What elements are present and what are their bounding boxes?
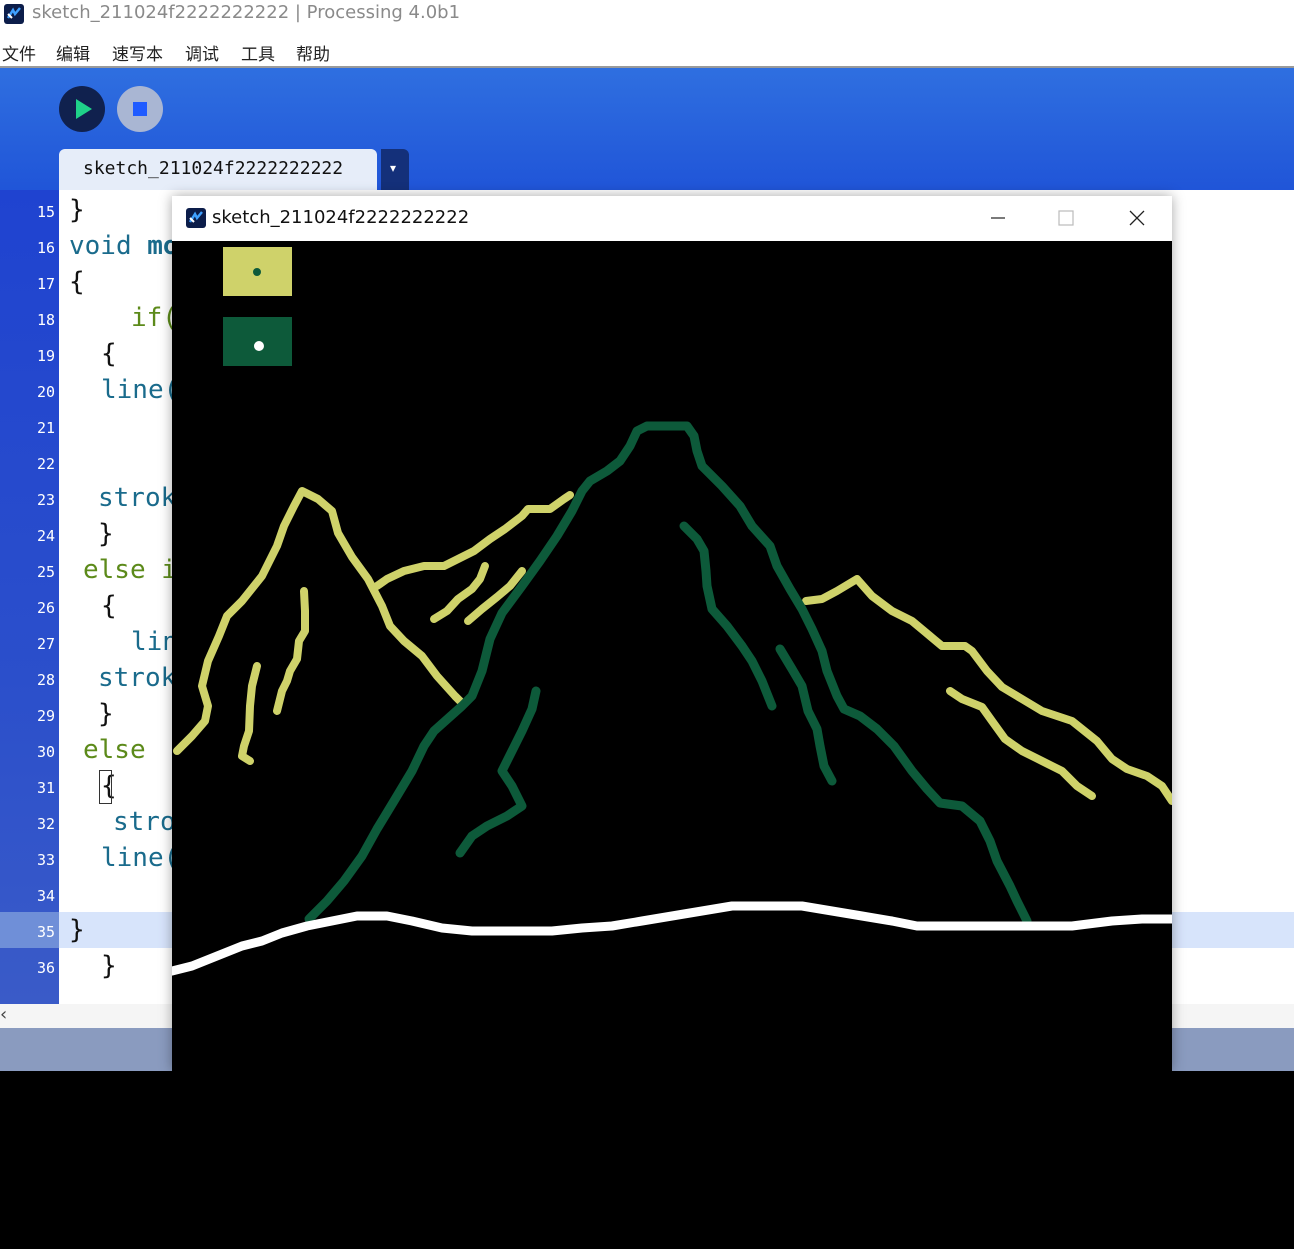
menu-debug[interactable]: 调试 [185, 40, 219, 65]
line-number: 24 [36, 527, 55, 545]
code-token: strok [98, 483, 177, 513]
line-number: 27 [36, 635, 55, 653]
menu-sketch[interactable]: 速写本 [112, 40, 163, 65]
tab-sketch[interactable]: sketch_211024f2222222222 [59, 149, 377, 190]
scroll-left-icon[interactable]: ‹ [0, 1004, 7, 1025]
line-number: 36 [36, 959, 55, 977]
line-number: 21 [36, 419, 55, 437]
code-token: void mo [69, 231, 179, 261]
minimize-icon [991, 217, 1005, 219]
sketch-window: sketch_211024f2222222222 [172, 196, 1172, 1071]
maximize-button[interactable] [1043, 196, 1089, 241]
menu-bar: 文件 编辑 速写本 调试 工具 帮助 [0, 36, 1294, 66]
code-token: line( [101, 375, 180, 405]
code-token: lin [131, 627, 178, 657]
line-number: 25 [36, 563, 55, 581]
code-token: } [98, 519, 114, 549]
swatch-dot [254, 341, 264, 351]
line-number: 29 [36, 707, 55, 725]
line-number: 15 [36, 203, 55, 221]
menu-file[interactable]: 文件 [2, 40, 36, 65]
sketch-title-bar: sketch_211024f2222222222 [172, 196, 1172, 241]
code-token: stro [113, 807, 176, 837]
code-token: strok [98, 663, 177, 693]
code-token: { [101, 339, 117, 369]
line-number: 19 [36, 347, 55, 365]
window-title: sketch_211024f2222222222 | Processing 4.… [32, 2, 461, 23]
line-number: 35 [36, 923, 55, 941]
line-number: 30 [36, 743, 55, 761]
code-token: } [101, 951, 117, 981]
stop-button[interactable] [117, 86, 163, 132]
code-token: } [69, 915, 85, 945]
maximize-icon [1058, 210, 1074, 226]
close-icon [1129, 210, 1145, 226]
code-token: { [69, 267, 85, 297]
line-number: 31 [36, 779, 55, 797]
chevron-down-icon: ▾ [390, 161, 397, 175]
code-token: else i [83, 555, 177, 585]
tab-label: sketch_211024f2222222222 [83, 158, 344, 179]
line-number: 20 [36, 383, 55, 401]
bracket-match-box [99, 770, 112, 804]
sketch-window-title: sketch_211024f2222222222 [212, 207, 470, 228]
code-token: else [83, 735, 146, 765]
title-bar: sketch_211024f2222222222 | Processing 4.… [0, 0, 1294, 28]
line-number: 22 [36, 455, 55, 473]
close-button[interactable] [1114, 196, 1160, 241]
line-number: 23 [36, 491, 55, 509]
stop-icon [133, 102, 147, 116]
line-number: 17 [36, 275, 55, 293]
menu-edit[interactable]: 编辑 [56, 40, 90, 65]
line-number: 18 [36, 311, 55, 329]
run-button[interactable] [59, 86, 105, 132]
tab-menu-button[interactable]: ▾ [381, 149, 409, 190]
code-token: } [98, 699, 114, 729]
code-token: line( [101, 843, 180, 873]
line-number: 32 [36, 815, 55, 833]
processing-app-icon [4, 4, 24, 24]
line-number: 28 [36, 671, 55, 689]
minimize-button[interactable] [974, 196, 1020, 241]
code-token: { [101, 591, 117, 621]
menu-help[interactable]: 帮助 [296, 40, 330, 65]
swatch-dot [253, 268, 261, 276]
line-number: 26 [36, 599, 55, 617]
processing-app-icon [186, 208, 206, 228]
code-token: if( [131, 303, 178, 333]
code-token: } [69, 195, 85, 225]
play-icon [76, 99, 92, 119]
line-number: 16 [36, 239, 55, 257]
line-number: 34 [36, 887, 55, 905]
sketch-canvas[interactable] [172, 241, 1172, 1071]
line-number: 33 [36, 851, 55, 869]
menu-tools[interactable]: 工具 [241, 40, 275, 65]
